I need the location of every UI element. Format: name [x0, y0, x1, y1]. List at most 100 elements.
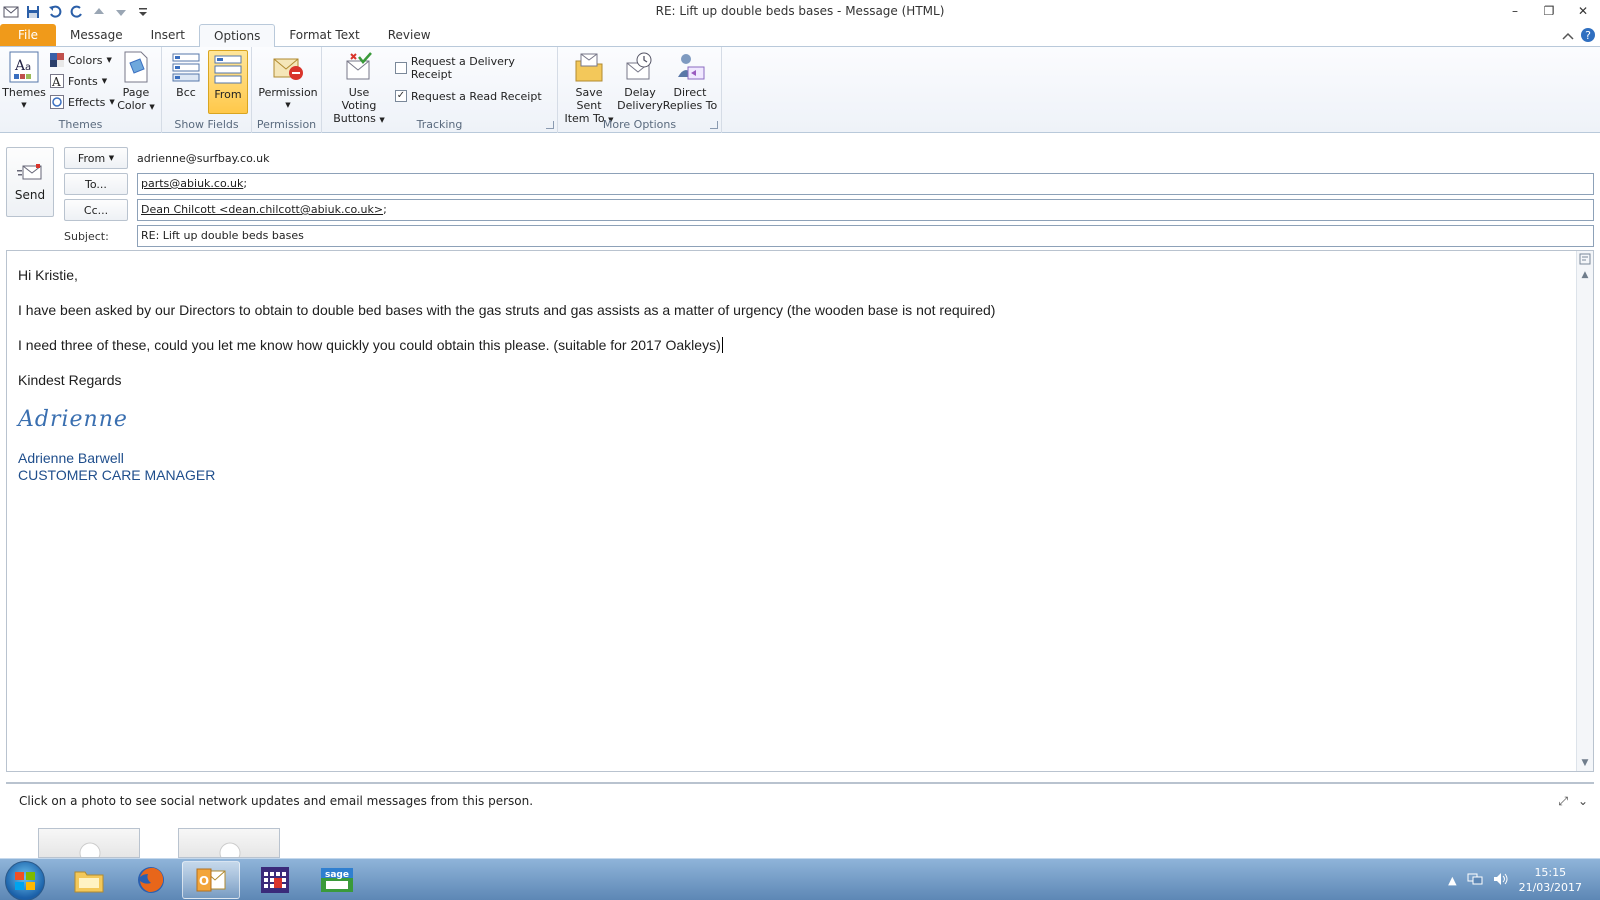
help-icon[interactable]: ? [1580, 27, 1596, 46]
taskbar-calendar-app[interactable] [246, 861, 304, 899]
text-caret [721, 337, 723, 353]
minimize-ribbon-icon[interactable] [1562, 30, 1574, 44]
cc-button[interactable]: Cc... [64, 199, 128, 221]
tab-review[interactable]: Review [374, 24, 445, 46]
save-sent-item-button[interactable]: Save Sent Item To ▼ [564, 50, 614, 127]
taskbar: O sage ▲ 15:15 21/03/2017 [0, 858, 1600, 900]
subject-label: Subject: [64, 230, 109, 243]
taskbar-sage[interactable]: sage [308, 861, 366, 899]
outlook-envelope-icon[interactable] [2, 3, 20, 21]
ribbon-tabs: File Message Insert Options Format Text … [0, 24, 1600, 47]
restore-button[interactable]: ❐ [1532, 0, 1566, 22]
tab-file[interactable]: File [0, 24, 56, 46]
page-color-button[interactable]: Page Color ▼ [116, 50, 156, 114]
message-body-content[interactable]: Hi Kristie, I have been asked by our Dir… [7, 251, 1593, 500]
taskbar-outlook[interactable]: O [182, 861, 240, 899]
group-label-show-fields: Show Fields [174, 118, 239, 131]
cc-recipient[interactable]: Dean Chilcott <dean.chilcott@abiuk.co.uk… [141, 203, 383, 216]
up-arrow-icon[interactable] [90, 3, 108, 21]
svg-text:a: a [25, 62, 31, 73]
customize-toolbar-icon[interactable] [134, 3, 152, 21]
to-recipient[interactable]: parts@abiuk.co.uk [141, 177, 243, 190]
subject-field[interactable]: RE: Lift up double beds bases [137, 225, 1594, 247]
permission-button[interactable]: Permission ▼ [258, 50, 318, 112]
to-field[interactable]: parts@abiuk.co.uk; [137, 173, 1594, 195]
scroll-down-arrow-icon[interactable]: ▼ [1577, 755, 1593, 771]
request-delivery-receipt-checkbox[interactable]: Request a Delivery Receipt [395, 55, 557, 81]
windows-logo-icon [15, 872, 35, 890]
ruler-toggle-icon[interactable] [1577, 251, 1593, 267]
network-icon[interactable] [1467, 872, 1483, 889]
calendar-grid-icon [261, 867, 289, 893]
taskbar-file-explorer[interactable] [60, 861, 118, 899]
delivery-receipt-check[interactable] [395, 62, 407, 74]
start-button[interactable] [5, 861, 45, 900]
title-bar: RE: Lift up double beds bases - Message … [0, 0, 1600, 24]
send-icon [17, 164, 42, 180]
more-options-dialog-launcher[interactable] [710, 121, 718, 129]
body-greeting: Hi Kristie, [18, 267, 78, 283]
ribbon: Aa Themes ▼ Colors ▼ A Fonts ▼ Effects ▼ Pa… [0, 47, 1600, 133]
fonts-button[interactable]: A Fonts ▼ [50, 71, 107, 91]
tab-message[interactable]: Message [56, 24, 137, 46]
contact-photo[interactable] [178, 828, 280, 858]
signature-script: Adrienne [18, 407, 128, 432]
contact-photo[interactable] [38, 828, 140, 858]
bcc-icon [170, 50, 202, 84]
group-more-options: Save Sent Item To ▼ Delay Delivery Direc… [558, 47, 722, 133]
themes-button[interactable]: Aa Themes ▼ [2, 50, 46, 112]
quick-access-toolbar [0, 3, 152, 21]
voting-buttons-icon [343, 50, 375, 84]
use-voting-buttons-button[interactable]: Use Voting Buttons ▼ [330, 50, 388, 127]
colors-button[interactable]: Colors ▼ [50, 50, 112, 70]
taskbar-clock[interactable]: 15:15 21/03/2017 [1519, 865, 1582, 895]
tracking-dialog-launcher[interactable] [546, 121, 554, 129]
body-paragraph-2: I need three of these, could you let me … [18, 337, 723, 353]
group-label-more-options: More Options [602, 118, 677, 131]
people-pane-message: Click on a photo to see social network u… [19, 794, 534, 808]
svg-text:sage: sage [325, 870, 349, 880]
redo-icon[interactable] [68, 3, 86, 21]
body-vertical-scrollbar[interactable]: ▲ ▼ [1576, 251, 1593, 771]
clock-date: 21/03/2017 [1518, 881, 1582, 894]
message-body-editor[interactable]: Hi Kristie, I have been asked by our Dir… [6, 250, 1594, 772]
people-pane: Click on a photo to see social network u… [6, 782, 1594, 858]
body-closing: Kindest Regards [18, 372, 122, 388]
fonts-icon: A [50, 74, 64, 88]
effects-icon [50, 95, 64, 109]
read-receipt-check[interactable]: ✓ [395, 90, 407, 102]
sage-icon: sage [321, 868, 353, 892]
collapse-people-pane-icon[interactable]: ⌄ [1578, 794, 1588, 809]
close-button[interactable]: ✕ [1566, 0, 1600, 22]
tab-insert[interactable]: Insert [137, 24, 199, 46]
volume-icon[interactable] [1493, 872, 1509, 889]
minimize-button[interactable]: – [1498, 0, 1532, 22]
show-hidden-icons-icon[interactable]: ▲ [1448, 874, 1456, 887]
taskbar-firefox[interactable] [122, 861, 180, 899]
signature-name: Adrienne Barwell [18, 450, 124, 466]
cc-field[interactable]: Dean Chilcott <dean.chilcott@abiuk.co.uk… [137, 199, 1594, 221]
delay-delivery-button[interactable]: Delay Delivery [617, 50, 663, 112]
effects-button[interactable]: Effects ▼ [50, 92, 115, 112]
group-show-fields: Bcc From Show Fields [162, 47, 252, 133]
request-read-receipt-checkbox[interactable]: ✓ Request a Read Receipt [395, 86, 542, 106]
tab-options[interactable]: Options [199, 24, 276, 47]
down-arrow-icon[interactable] [112, 3, 130, 21]
direct-replies-to-button[interactable]: Direct Replies To [662, 50, 718, 112]
signature-title: CUSTOMER CARE MANAGER [18, 467, 216, 483]
scroll-up-arrow-icon[interactable]: ▲ [1577, 267, 1593, 283]
save-icon[interactable] [24, 3, 42, 21]
svg-text:?: ? [1585, 29, 1591, 42]
undo-icon[interactable] [46, 3, 64, 21]
tab-format-text[interactable]: Format Text [275, 24, 373, 46]
to-button[interactable]: To... [64, 173, 128, 195]
page-color-icon [120, 50, 152, 84]
from-toggle-button[interactable]: From [208, 50, 248, 114]
firefox-icon [138, 867, 164, 893]
send-button[interactable]: Send [6, 147, 54, 217]
expand-people-pane-icon[interactable]: ⤢ [1558, 794, 1568, 809]
from-button[interactable]: From ▼ [64, 147, 128, 169]
colors-icon [50, 53, 64, 67]
bcc-button[interactable]: Bcc [168, 50, 204, 99]
ribbon-right-controls: ? [1562, 27, 1596, 46]
